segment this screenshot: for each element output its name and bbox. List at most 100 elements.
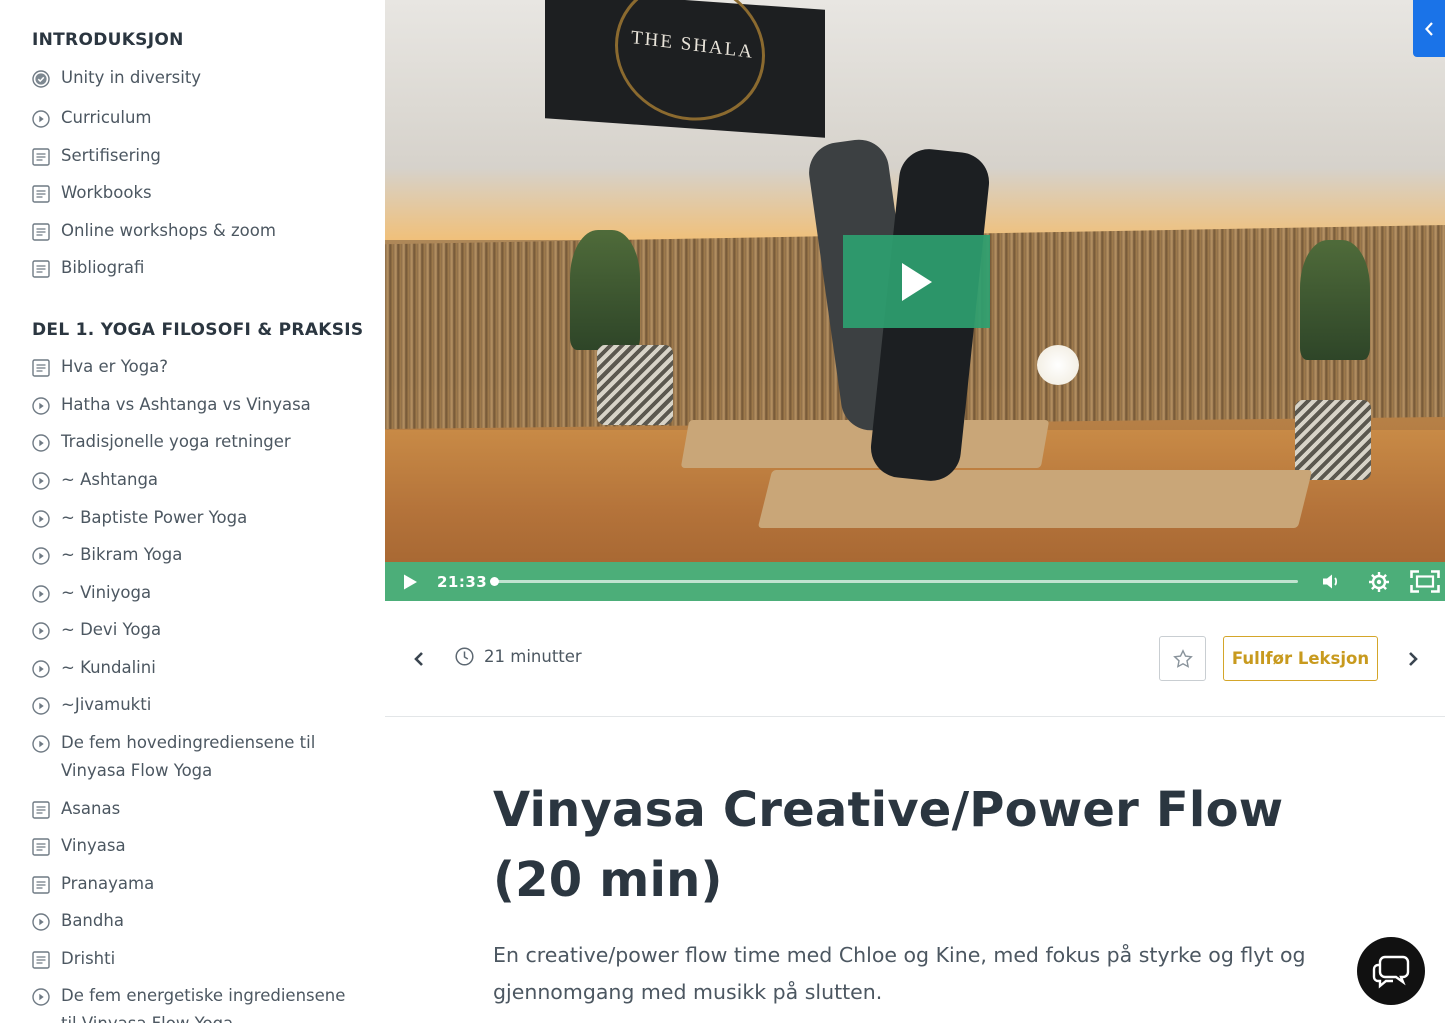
sidebar-item-bibliografi[interactable]: Bibliografi — [32, 258, 365, 282]
video-controls: 21:33 — [385, 562, 1445, 601]
sidebar-item-unity-in-diversity[interactable]: Unity in diversity — [32, 68, 365, 92]
sidebar-item-label: Bibliografi — [61, 258, 145, 277]
favorite-button[interactable] — [1159, 636, 1206, 681]
lamp — [1037, 345, 1079, 385]
big-play-button[interactable] — [843, 235, 990, 328]
play-circle-icon — [32, 397, 50, 415]
play-circle-icon — [32, 434, 50, 452]
pot-right — [1295, 400, 1371, 480]
play-icon[interactable] — [401, 573, 419, 591]
chat-bubble-icon — [1372, 955, 1410, 989]
sidebar-item-label: ~Jivamukti — [61, 695, 152, 714]
sidebar-toggle-button[interactable] — [1413, 0, 1445, 57]
sidebar-item-workbooks[interactable]: Workbooks — [32, 183, 365, 207]
sidebar-item-label: Asanas — [61, 799, 121, 818]
play-circle-icon — [32, 913, 50, 931]
yoga-mat-front — [757, 470, 1313, 528]
sidebar-item-label: ~ Baptiste Power Yoga — [61, 508, 248, 527]
play-circle-icon — [32, 110, 50, 128]
lesson-description: En creative/power flow time med Chloe og… — [493, 943, 1306, 1004]
document-icon — [32, 801, 50, 819]
sidebar-item-asanas[interactable]: Asanas — [32, 799, 365, 823]
sidebar-item-label: ~ Devi Yoga — [61, 620, 162, 639]
sidebar-item-label: Hva er Yoga? — [61, 357, 169, 376]
sidebar-item-devi-yoga[interactable]: ~ Devi Yoga — [32, 620, 365, 644]
chat-button[interactable] — [1357, 937, 1425, 1005]
sidebar-item-label: Bandha — [61, 911, 124, 930]
lesson-content: Vinyasa Creative/Power Flow (20 min) En … — [493, 775, 1353, 1011]
sidebar-item-label: ~ Bikram Yoga — [61, 545, 183, 564]
sidebar-item-baptiste[interactable]: ~ Baptiste Power Yoga — [32, 508, 365, 532]
sidebar-item-label: De fem energetiske ingrediensene til Vin… — [61, 986, 346, 1023]
sidebar-item-label: De fem hovedingrediensene til Vinyasa Fl… — [61, 733, 316, 780]
previous-lesson-button[interactable] — [413, 651, 425, 667]
sidebar-item-pranayama[interactable]: Pranayama — [32, 874, 365, 898]
complete-lesson-button[interactable]: Fullfør Leksjon — [1223, 636, 1378, 681]
document-icon — [32, 359, 50, 377]
sidebar-item-label: Tradisjonelle yoga retninger — [61, 432, 291, 451]
sidebar-item-label: Pranayama — [61, 874, 155, 893]
section-title-introduksjon: INTRODUKSJON — [32, 30, 184, 50]
star-icon — [1172, 648, 1193, 668]
sidebar-item-bikram[interactable]: ~ Bikram Yoga — [32, 545, 365, 569]
sidebar-item-tradisjonelle[interactable]: Tradisjonelle yoga retninger — [32, 432, 365, 456]
volume-icon[interactable] — [1322, 573, 1342, 590]
sidebar-item-curriculum[interactable]: Curriculum — [32, 108, 365, 132]
play-circle-icon — [32, 697, 50, 715]
sidebar-item-fem-hovedingredienser[interactable]: De fem hovedingrediensene til Vinyasa Fl… — [32, 733, 365, 785]
studio-banner: THE SHALA — [545, 0, 825, 138]
sidebar-item-vinyasa[interactable]: Vinyasa — [32, 836, 365, 860]
lesson-duration: 21 minutter — [455, 647, 582, 666]
sidebar-item-label: Workbooks — [61, 183, 152, 202]
progress-bar[interactable] — [490, 577, 1298, 586]
lesson-title: Vinyasa Creative/Power Flow (20 min) — [493, 782, 1284, 908]
document-icon — [32, 148, 50, 166]
chevron-left-icon — [1425, 21, 1433, 36]
sidebar-item-label: Online workshops & zoom — [61, 221, 276, 240]
play-circle-icon — [32, 622, 50, 640]
pot-left — [597, 345, 673, 425]
sidebar-item-label: Sertifisering — [61, 146, 161, 165]
document-icon — [32, 838, 50, 856]
play-circle-icon — [32, 472, 50, 490]
progress-handle[interactable] — [490, 577, 499, 586]
sidebar-item-label: Vinyasa — [61, 836, 126, 855]
sidebar-item-fem-energetiske[interactable]: De fem energetiske ingrediensene til Vin… — [32, 986, 365, 1023]
sidebar-item-drishti[interactable]: Drishti — [32, 949, 365, 973]
sidebar-item-label: Hatha vs Ashtanga vs Vinyasa — [61, 395, 311, 414]
video-frame[interactable]: THE SHALA — [385, 0, 1445, 565]
sidebar-item-kundalini[interactable]: ~ Kundalini — [32, 658, 365, 682]
sidebar-item-bandha[interactable]: Bandha — [32, 911, 365, 935]
sidebar-item-jivamukti[interactable]: ~Jivamukti — [32, 695, 365, 719]
video-time: 21:33 — [437, 572, 488, 591]
play-circle-icon — [32, 735, 50, 753]
play-circle-icon — [32, 660, 50, 678]
play-circle-icon — [32, 585, 50, 603]
play-circle-icon — [32, 510, 50, 528]
sidebar-item-label: ~ Viniyoga — [61, 583, 152, 602]
section-title-del-1: DEL 1. YOGA FILOSOFI & PRAKSIS — [32, 320, 364, 340]
sidebar-item-hatha-vs-ashtanga[interactable]: Hatha vs Ashtanga vs Vinyasa — [32, 395, 365, 419]
lesson-toolbar: 21 minutter Fullfør Leksjon — [385, 601, 1445, 717]
sidebar-item-viniyoga[interactable]: ~ Viniyoga — [32, 583, 365, 607]
settings-gear-icon[interactable] — [1368, 571, 1390, 593]
play-circle-icon — [32, 988, 50, 1006]
document-icon — [32, 185, 50, 203]
clock-icon — [455, 647, 474, 666]
sidebar-item-label: Curriculum — [61, 108, 152, 127]
fullscreen-icon[interactable] — [1410, 570, 1440, 593]
sidebar-item-ashtanga[interactable]: ~ Ashtanga — [32, 470, 365, 494]
next-lesson-button[interactable] — [1407, 651, 1419, 667]
sidebar-item-online-workshops[interactable]: Online workshops & zoom — [32, 221, 365, 245]
play-icon — [901, 262, 932, 301]
sidebar-item-hva-er-yoga[interactable]: Hva er Yoga? — [32, 357, 365, 381]
plant-right — [1300, 240, 1370, 360]
play-circle-icon — [32, 547, 50, 565]
video-player[interactable]: THE SHALA 21:33 — [385, 0, 1445, 601]
sidebar-item-sertifisering[interactable]: Sertifisering — [32, 146, 365, 170]
document-icon — [32, 223, 50, 241]
sidebar-item-label: ~ Ashtanga — [61, 470, 159, 489]
document-icon — [32, 876, 50, 894]
document-icon — [32, 951, 50, 969]
check-circle-icon — [32, 70, 50, 88]
